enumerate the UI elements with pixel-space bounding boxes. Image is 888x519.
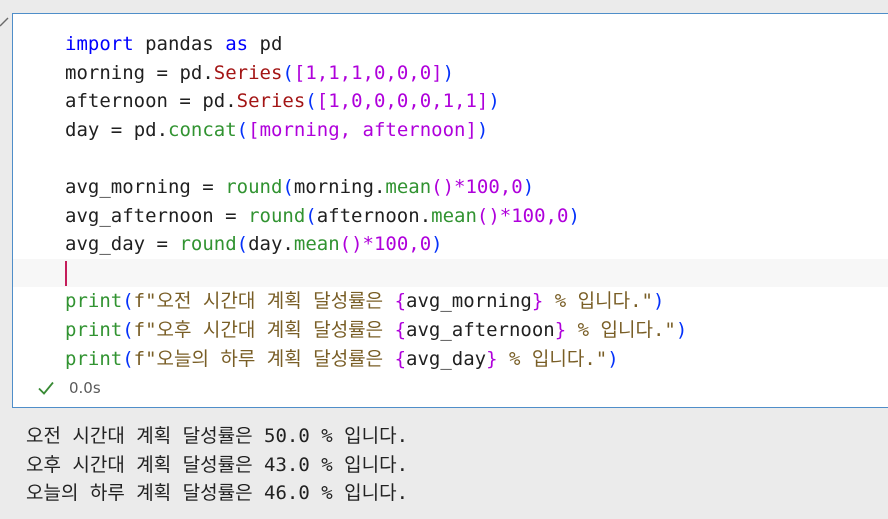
output-value: 50.0 <box>264 425 310 447</box>
code-line-9-cursor[interactable] <box>13 258 888 288</box>
numeric-args: *100,0 <box>362 233 432 256</box>
code-line-1: import pandas as pd <box>65 30 888 59</box>
argument-name: afternoon <box>316 204 420 227</box>
code-line-4: day = pd.concat([morning, afternoon]) <box>65 118 489 141</box>
variable-name: morning <box>65 61 146 84</box>
variable-name: avg_day <box>65 233 146 256</box>
list-literal: [morning, afternoon] <box>248 118 477 141</box>
function-name: round <box>225 175 283 198</box>
fstring-text: f"오전 시간대 계획 달성률은 <box>133 290 395 313</box>
output-line-2: 오후 시간대 계획 달성률은 43.0 % 입니다. <box>26 451 408 480</box>
code-line-6: avg_morning = round(morning.mean()*100,0… <box>65 175 535 198</box>
fstring-text: % 입니다." <box>566 318 676 341</box>
object-name: pd <box>133 118 157 141</box>
numeric-args: *100,0 <box>499 204 569 227</box>
assign-operator: = <box>156 233 168 256</box>
variable-name: afternoon <box>65 90 168 113</box>
module-alias: pd <box>259 33 283 55</box>
assign-operator: = <box>202 175 214 198</box>
fstring-expression: avg_morning <box>406 290 532 313</box>
text-cursor <box>65 260 67 286</box>
module-name: pandas <box>145 33 214 55</box>
function-name: round <box>179 233 237 256</box>
output-value: 46.0 <box>264 482 310 504</box>
cell-output: 오전 시간대 계획 달성률은 50.0 % 입니다. 오후 시간대 계획 달성률… <box>26 422 408 508</box>
function-name: print <box>65 347 123 370</box>
fstring-expression: avg_day <box>406 347 487 370</box>
cell-collapse-indicator[interactable] <box>0 16 10 36</box>
variable-name: avg_morning <box>65 175 191 198</box>
variable-name: day <box>65 118 100 141</box>
code-cell[interactable]: import pandas as pd morning = pd.Series(… <box>12 13 888 408</box>
assign-operator: = <box>225 204 237 227</box>
method-name: mean <box>431 204 477 227</box>
fstring-text: f"오후 시간대 계획 달성률은 <box>133 318 395 341</box>
assign-operator: = <box>110 118 123 141</box>
assign-operator: = <box>179 90 191 113</box>
fstring-text: f"오늘의 하루 계획 달성률은 <box>133 347 395 370</box>
code-line-10: print(f"오전 시간대 계획 달성률은 {avg_morning} % 입… <box>65 290 665 313</box>
fstring-text: % 입니다." <box>497 347 608 370</box>
function-name: Series <box>236 90 306 113</box>
code-line-5-blank <box>65 144 888 173</box>
function-name: print <box>65 290 123 313</box>
variable-name: avg_afternoon <box>65 204 214 227</box>
argument-name: morning <box>293 175 374 198</box>
function-name: concat <box>168 118 237 141</box>
list-literal: [1,0,0,0,0,1,1] <box>316 90 489 113</box>
list-literal: [1,1,1,0,0,0] <box>293 61 443 84</box>
code-editor[interactable]: import pandas as pd morning = pd.Series(… <box>13 30 888 373</box>
check-icon <box>38 381 54 395</box>
output-text: 오늘의 하루 계획 달성률은 <box>26 482 265 504</box>
code-line-11: print(f"오후 시간대 계획 달성률은 {avg_afternoon} %… <box>65 318 688 341</box>
fstring-expression: avg_afternoon <box>406 318 555 341</box>
execution-duration: 0.0s <box>69 379 101 397</box>
output-line-3: 오늘의 하루 계획 달성률은 46.0 % 입니다. <box>26 479 408 508</box>
fstring-text: % 입니다." <box>543 290 653 313</box>
execution-status: 0.0s <box>37 377 101 399</box>
code-line-7: avg_afternoon = round(afternoon.mean()*1… <box>65 204 580 227</box>
function-name: print <box>65 318 123 341</box>
method-name: mean <box>293 233 340 256</box>
output-text: % 입니다. <box>309 453 409 476</box>
keyword-import: import <box>65 33 134 55</box>
keyword-as: as <box>225 33 249 55</box>
output-line-1: 오전 시간대 계획 달성률은 50.0 % 입니다. <box>26 422 408 451</box>
output-value: 43.0 <box>264 453 310 476</box>
numeric-args: *100,0 <box>454 175 523 198</box>
argument-name: day <box>248 233 283 256</box>
code-line-12: print(f"오늘의 하루 계획 달성률은 {avg_day} % 입니다."… <box>65 347 619 370</box>
object-name: pd <box>179 61 203 84</box>
assign-operator: = <box>156 61 168 84</box>
output-text: % 입니다. <box>309 425 409 447</box>
code-line-2: morning = pd.Series([1,1,1,0,0,0]) <box>65 61 455 84</box>
method-name: mean <box>385 175 432 198</box>
output-text: % 입니다. <box>309 482 409 504</box>
output-text: 오후 시간대 계획 달성률은 <box>26 453 265 476</box>
object-name: pd <box>202 90 226 113</box>
code-line-8: avg_day = round(day.mean()*100,0) <box>65 233 443 256</box>
output-text: 오전 시간대 계획 달성률은 <box>26 425 265 447</box>
function-name: round <box>248 204 306 227</box>
code-line-3: afternoon = pd.Series([1,0,0,0,0,1,1]) <box>65 90 500 113</box>
function-name: Series <box>213 61 283 84</box>
